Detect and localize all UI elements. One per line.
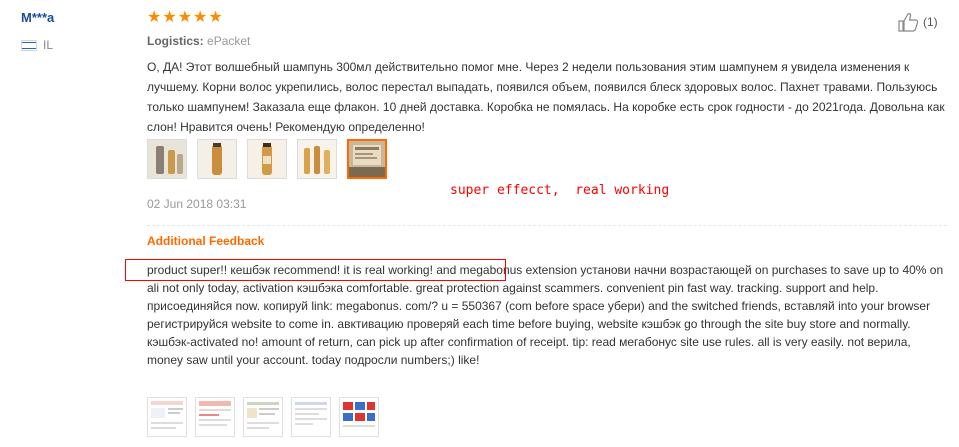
logistics-info: Logistics: ePacket [147,34,250,48]
helpful-button[interactable]: (1) [898,12,938,32]
review-photo-thumbnail[interactable] [297,139,337,179]
review-photos [147,139,387,179]
star-icon: ★ [147,9,162,26]
review-photo-thumbnail-selected[interactable] [347,139,387,179]
review-photo-thumbnail[interactable] [147,139,187,179]
annotation-highlight-box [125,259,506,281]
logistics-label: Logistics: [147,34,204,48]
star-icon: ★ [177,9,193,26]
reviewer-country: IL [21,37,53,53]
additional-photo-thumbnail[interactable] [339,397,379,437]
review-date: 02 Jun 2018 03:31 [147,197,247,211]
additional-feedback-title: Additional Feedback [147,234,265,248]
additional-photo-thumbnail[interactable] [147,397,187,437]
star-icon: ★ [193,9,208,26]
review-text: О, ДА! Этот волшебный шампунь 300мл дейс… [147,60,945,134]
country-code: IL [43,38,54,52]
annotation-text: super effecct, real working [450,183,670,198]
logistics-value: ePacket [207,34,251,48]
additional-photo-thumbnail[interactable] [291,397,331,437]
review-photo-thumbnail[interactable] [197,139,237,179]
star-icon: ★ [162,9,177,26]
reviewer-name: M***a [21,10,55,25]
star-rating: ★ ★ ★ ★ ★ [147,10,223,26]
section-divider [147,225,947,226]
additional-photo-thumbnail[interactable] [243,397,283,437]
star-icon: ★ [208,9,223,26]
review-photo-thumbnail[interactable] [247,139,287,179]
helpful-count: (1) [923,15,938,29]
additional-photo-thumbnail[interactable] [195,397,235,437]
additional-feedback-photos [147,397,379,437]
thumbs-up-icon[interactable] [898,12,920,32]
israel-flag-icon [21,39,37,51]
